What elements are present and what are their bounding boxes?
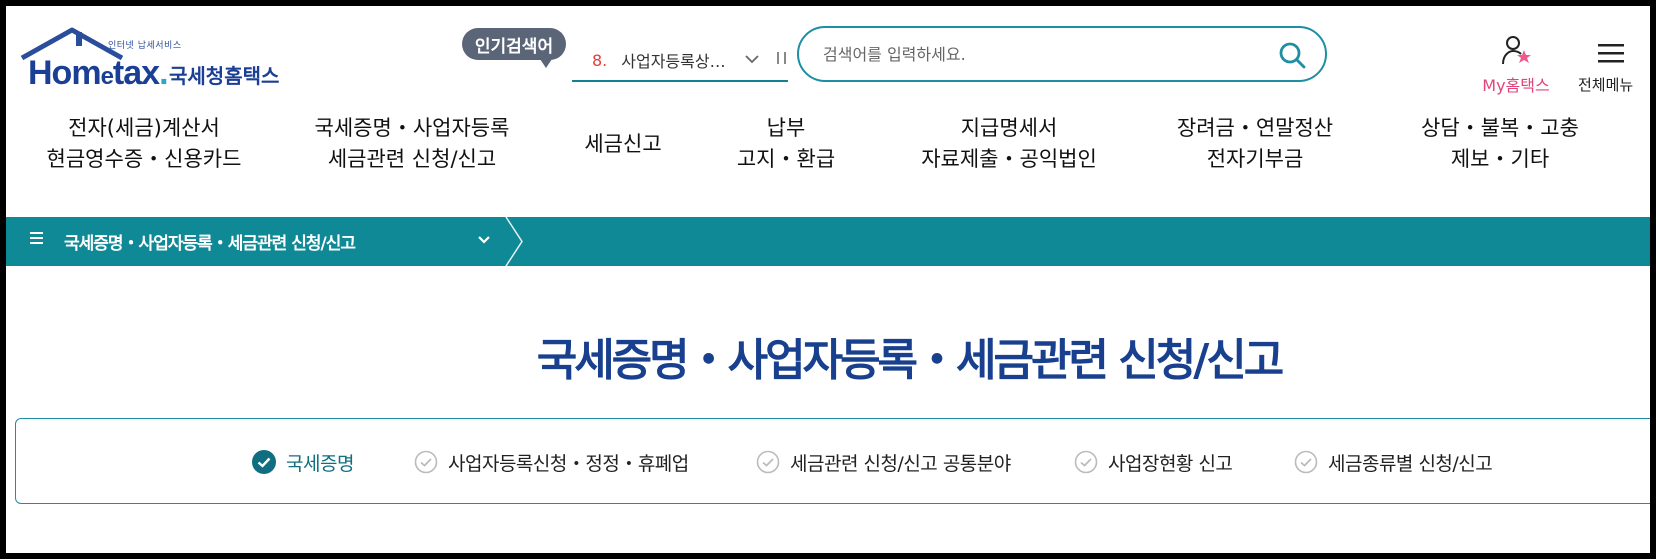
tab-business-registration[interactable]: 사업자등록신청・정정・휴폐업	[414, 447, 689, 477]
my-hometax-button[interactable]: My홈택스	[1476, 34, 1556, 95]
popular-rank-word[interactable]: 사업자등록상…	[621, 48, 732, 72]
search-input[interactable]	[823, 40, 1263, 68]
chevron-down-icon[interactable]	[744, 52, 760, 68]
main-nav: 전자(세금)계산서 현금영수증・신용카드 국세증명・사업자등록 세금관련 신청/…	[6, 106, 1650, 182]
page: 인터넷 납세서비스 Hometax. 국세청홈택스 인기검색어 8. 사업자등록…	[6, 6, 1650, 553]
nav-incentive[interactable]: 장려금・연말정산 전자기부금	[1150, 106, 1360, 182]
nav-payment-statement[interactable]: 지급명세서 자료제출・공익법인	[904, 106, 1114, 182]
my-hometax-label: My홈택스	[1482, 76, 1550, 95]
all-menu-button[interactable]: 전체메뉴	[1578, 34, 1650, 94]
search-icon[interactable]	[1277, 40, 1307, 70]
hometax-logo[interactable]: 인터넷 납세서비스 Hometax. 국세청홈택스	[16, 24, 286, 92]
popular-search-ticker[interactable]: 8. 사업자등록상…	[572, 40, 788, 82]
popular-rank-number: 8.	[592, 50, 608, 70]
popular-search-badge: 인기검색어	[462, 28, 566, 68]
breadcrumb-current[interactable]: 국세증명・사업자등록・세금관련 신청/신고	[64, 229, 356, 254]
check-circle-icon	[1294, 450, 1318, 474]
tab-tax-certificate[interactable]: 국세증명	[252, 447, 354, 477]
search-box	[797, 26, 1327, 82]
page-title: 국세증명・사업자등록・세금관련 신청/신고	[536, 335, 1285, 386]
check-circle-icon	[756, 450, 780, 474]
nav-tax-certificate[interactable]: 국세증명・사업자등록 세금관련 신청/신고	[302, 106, 522, 182]
nav-payment[interactable]: 납부 고지・환급	[716, 106, 856, 182]
nav-tax-report[interactable]: 세금신고	[568, 106, 678, 182]
breadcrumb-separator	[505, 217, 523, 266]
hamburger-menu-icon	[1598, 44, 1624, 63]
all-menu-label: 전체메뉴	[1578, 76, 1634, 94]
tab-business-status[interactable]: 사업장현황 신고	[1074, 447, 1233, 477]
breadcrumb: 국세증명・사업자등록・세금관련 신청/신고	[6, 217, 1650, 266]
logo-korean-name: 국세청홈택스	[169, 64, 280, 88]
menu-icon[interactable]	[30, 231, 44, 245]
sub-tabs: 국세증명 사업자등록신청・정정・휴폐업 세금관련 신청/신고 공통분야 사업장현…	[15, 418, 1650, 504]
tab-common-application[interactable]: 세금관련 신청/신고 공통분야	[756, 447, 1011, 477]
logo-brand: Hometax.	[28, 54, 169, 92]
check-circle-icon	[1074, 450, 1098, 474]
chevron-down-icon[interactable]	[476, 233, 492, 247]
nav-consult[interactable]: 상담・불복・고충 제보・기타	[1400, 106, 1600, 182]
check-circle-filled-icon	[252, 450, 276, 474]
nav-e-invoice[interactable]: 전자(세금)계산서 현금영수증・신용카드	[34, 106, 254, 182]
check-circle-icon	[414, 450, 438, 474]
logo-tagline: 인터넷 납세서비스	[108, 41, 182, 51]
user-star-icon	[1502, 36, 1531, 65]
pause-icon[interactable]	[776, 51, 788, 69]
tab-tax-type-application[interactable]: 세금종류별 신청/신고	[1294, 447, 1493, 477]
